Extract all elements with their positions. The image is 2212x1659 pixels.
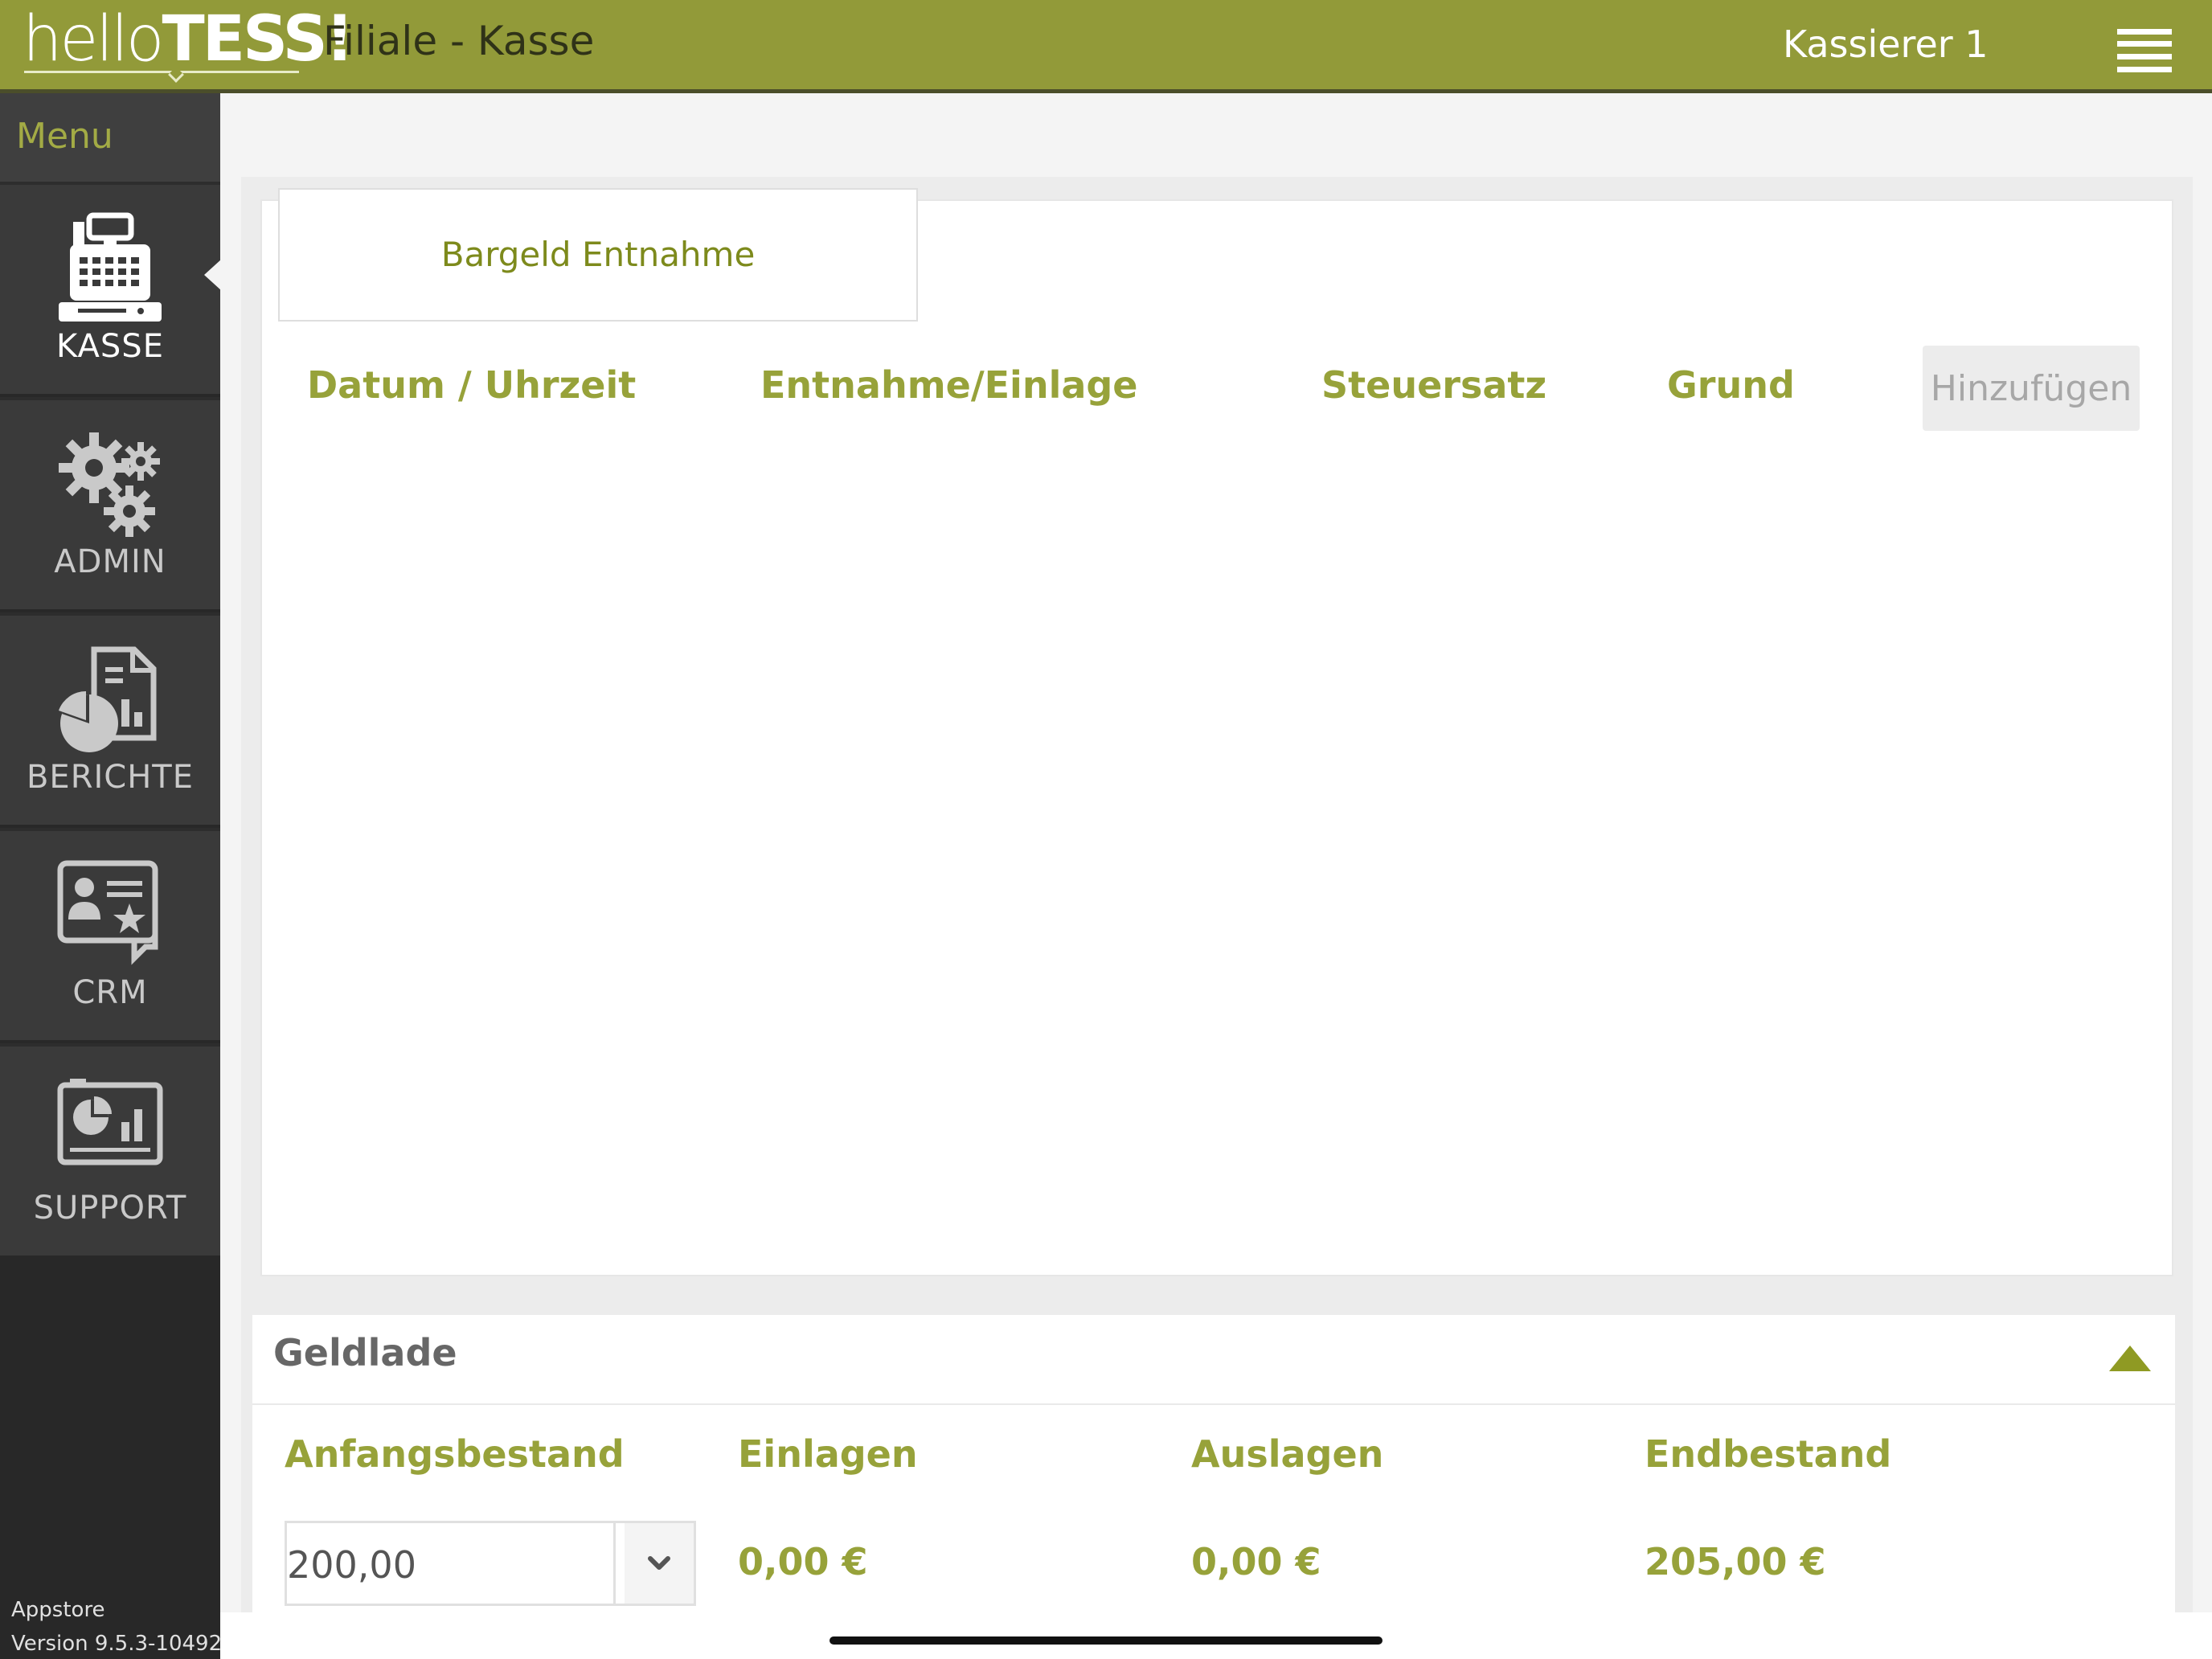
cash-register-icon — [59, 212, 162, 322]
logo-underline — [24, 71, 299, 73]
sidebar-item-admin[interactable]: ADMIN — [0, 397, 220, 609]
app-source: Appstore — [11, 1598, 105, 1622]
sidebar-menu-label: Menu — [0, 93, 220, 182]
sidebar-item-label: ADMIN — [54, 543, 166, 580]
column-header-grund[interactable]: Grund — [1667, 363, 1795, 407]
column-header-datum[interactable]: Datum / Uhrzeit — [307, 363, 636, 407]
opening-balance-input[interactable] — [287, 1542, 608, 1587]
sidebar-item-label: BERICHTE — [26, 759, 195, 796]
sidebar-item-kasse[interactable]: KASSE — [0, 182, 222, 394]
cash-withdrawal-table — [260, 199, 2173, 1276]
tab-bargeld-entnahme[interactable]: Bargeld Entnahme — [278, 188, 918, 322]
hamburger-menu-icon[interactable] — [2117, 29, 2172, 72]
cash-drawer-header[interactable] — [252, 1315, 2175, 1405]
active-item-pointer — [204, 259, 222, 291]
add-button[interactable]: Hinzufügen — [1923, 346, 2140, 431]
app-header: helloTESS! Filiale - Kasse Kassierer 1 — [0, 0, 2212, 93]
sidebar-item-label: KASSE — [56, 328, 164, 365]
select-divider — [613, 1523, 616, 1604]
footer-strip — [220, 1612, 2212, 1659]
crm-contact-icon — [57, 860, 158, 965]
sidebar-item-crm[interactable]: CRM — [0, 828, 220, 1040]
support-dashboard-icon — [57, 1079, 163, 1165]
column-header-entnahme-einlage[interactable]: Entnahme/Einlage — [760, 363, 1138, 407]
cash-drawer-title: Geldlade — [273, 1331, 457, 1374]
app-version: Version 9.5.3-10492 — [11, 1632, 223, 1656]
page-title: Filiale - Kasse — [323, 18, 595, 64]
collapse-arrow-icon[interactable] — [2109, 1346, 2151, 1371]
chevron-down-icon — [648, 1556, 670, 1570]
sidebar-item-berichte[interactable]: BERICHTE — [0, 612, 220, 825]
closing-balance-value: 205,00 € — [1645, 1540, 1826, 1583]
gears-icon — [59, 432, 160, 537]
sidebar: Menu KASSE ADMIN BERICHTE CRM SUPPORT Ap… — [0, 93, 223, 1659]
label-auslagen: Auslagen — [1191, 1432, 1384, 1476]
opening-balance-select[interactable] — [285, 1521, 696, 1606]
column-header-steuersatz[interactable]: Steuersatz — [1321, 363, 1546, 407]
sidebar-item-label: SUPPORT — [33, 1190, 187, 1227]
reports-icon — [59, 646, 157, 752]
sidebar-item-support[interactable]: SUPPORT — [0, 1043, 220, 1256]
current-user[interactable]: Kassierer 1 — [1783, 23, 1989, 66]
sidebar-item-label: CRM — [72, 974, 148, 1011]
withdrawals-value: 0,00 € — [1191, 1540, 1321, 1583]
label-anfangsbestand: Anfangsbestand — [285, 1432, 625, 1476]
label-einlagen: Einlagen — [738, 1432, 918, 1476]
home-indicator[interactable] — [830, 1636, 1382, 1645]
label-endbestand: Endbestand — [1645, 1432, 1892, 1476]
opening-balance-dropdown-button[interactable] — [625, 1523, 694, 1604]
deposits-value: 0,00 € — [738, 1540, 868, 1583]
